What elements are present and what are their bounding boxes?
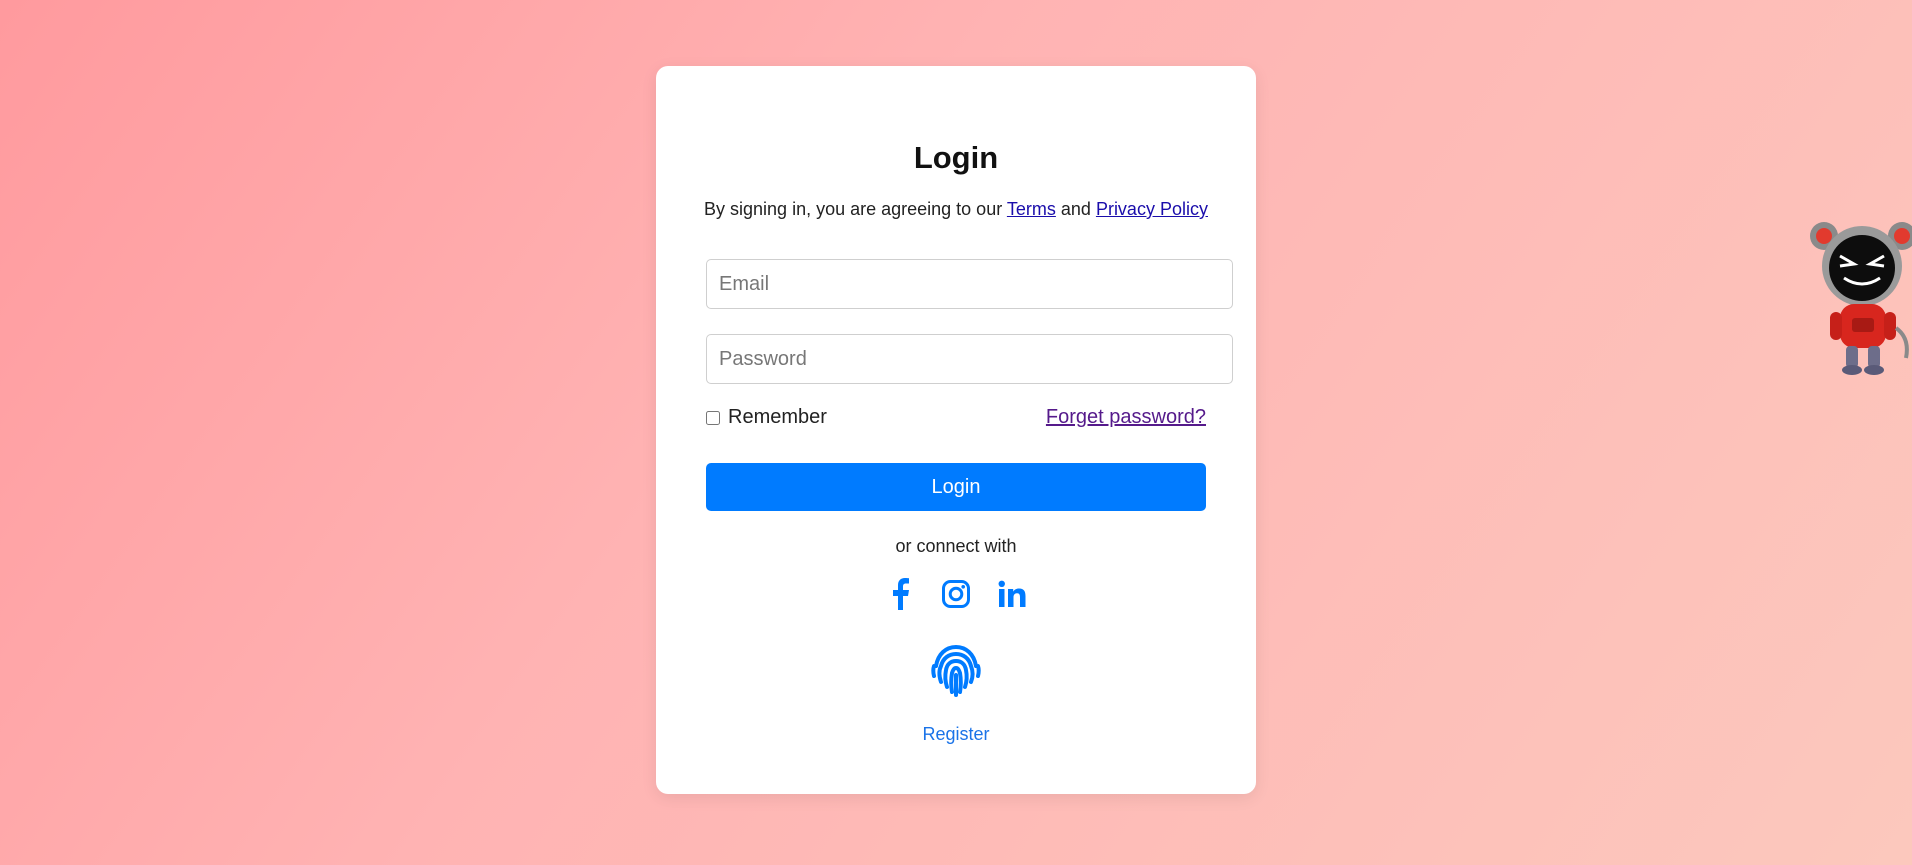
linkedin-icon[interactable] — [996, 577, 1028, 611]
agreement-text: By signing in, you are agreeing to our T… — [656, 199, 1256, 220]
social-links — [656, 577, 1256, 611]
password-field[interactable] — [706, 334, 1233, 384]
remember-row: Remember Forget password? — [706, 406, 1206, 432]
connect-text: or connect with — [895, 536, 1017, 556]
forget-password-link[interactable]: Forget password? — [1046, 406, 1206, 429]
agreement-and: and — [1055, 199, 1096, 219]
remember-label[interactable]: Remember — [706, 406, 827, 429]
privacy-policy-link[interactable]: Privacy Policy — [1096, 199, 1208, 219]
fingerprint-icon[interactable] — [928, 642, 984, 698]
instagram-icon[interactable] — [940, 577, 972, 611]
facebook-icon[interactable] — [884, 577, 916, 611]
mascot-robot-image — [1810, 218, 1912, 378]
remember-text: Remember — [728, 406, 827, 428]
terms-link[interactable]: Terms — [1007, 199, 1056, 219]
remember-checkbox[interactable] — [706, 410, 720, 425]
agreement-prefix: By signing in, you are agreeing to our — [704, 199, 1007, 219]
register-link[interactable]: Register — [656, 724, 1256, 745]
login-button[interactable]: Login — [706, 463, 1206, 511]
page-title: Login — [913, 140, 999, 175]
login-card: Login By signing in, you are agreeing to… — [656, 66, 1256, 794]
email-field[interactable] — [706, 259, 1233, 309]
